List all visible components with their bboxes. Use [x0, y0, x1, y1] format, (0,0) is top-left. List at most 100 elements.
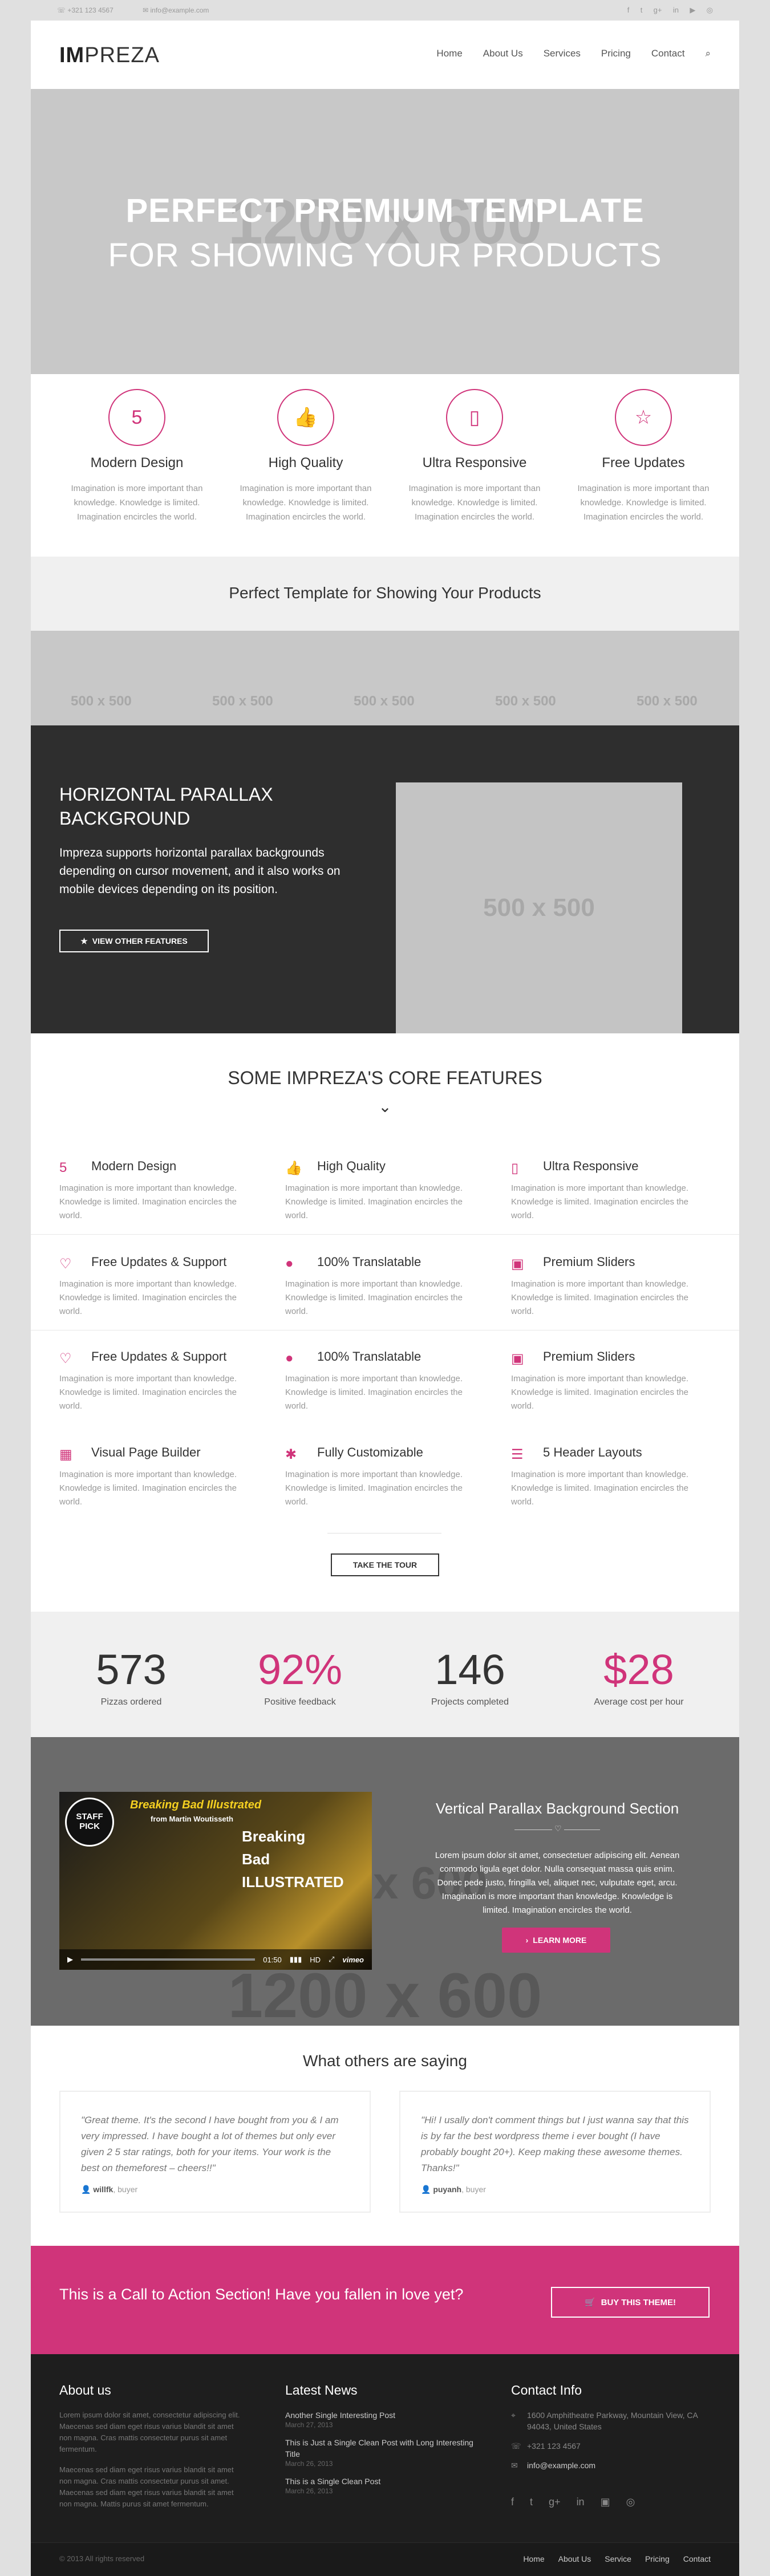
search-icon[interactable]: ⌕: [705, 48, 711, 59]
thumbnail-placeholder[interactable]: 500 x 500: [354, 693, 415, 709]
copyright: © 2013 All rights reserved: [59, 2554, 145, 2563]
counters-section: 573 Pizzas ordered 92% Positive feedback 1…: [31, 1612, 739, 1737]
heart-divider: ♡: [514, 1824, 600, 1833]
star-icon[interactable]: ☆: [615, 389, 672, 446]
icon-box: ☆ Free Updates Imagination is more impor…: [558, 374, 729, 524]
feature-item: ▣ Premium Sliders Imagination is more impo…: [511, 1349, 705, 1413]
google-plus-icon[interactable]: g+: [654, 6, 662, 14]
progress-bar[interactable]: [81, 1958, 256, 1961]
footer-nav-home[interactable]: Home: [523, 2554, 544, 2563]
linkedin-icon[interactable]: in: [577, 2496, 585, 2508]
hero-subtitle: FOR SHOWING YOUR PRODUCTS: [108, 237, 662, 274]
feature-item: ▯ Ultra Responsive Imagination is more imp…: [511, 1159, 705, 1223]
thumbnail-placeholder[interactable]: 500 x 500: [637, 693, 698, 709]
vimeo-icon[interactable]: ▣: [601, 2496, 610, 2508]
heart-icon: ♡: [59, 1256, 72, 1272]
footer-nav: Home About Us Service Pricing Contact: [523, 2554, 711, 2563]
dribbble-icon[interactable]: ◎: [626, 2496, 635, 2508]
site-header: IMPREZA Home About Us Services Pricing C…: [31, 21, 739, 89]
email-text[interactable]: info@example.com: [527, 2461, 595, 2470]
phone-icon: ☏: [511, 2441, 521, 2451]
feature-text: Imagination is more important than knowl…: [511, 1470, 689, 1507]
news-post[interactable]: Another Single Interesting Post March 27,…: [285, 2409, 473, 2429]
picture-icon: ▣: [511, 1256, 524, 1272]
counter-value: 146: [435, 1646, 505, 1693]
email-text[interactable]: info@example.com: [151, 6, 209, 14]
nav-contact[interactable]: Contact: [651, 48, 685, 59]
volume-icon[interactable]: ▮▮▮: [290, 1955, 302, 1964]
thumbnail-placeholder[interactable]: 500 x 500: [212, 693, 273, 709]
view-features-button[interactable]: ★ VIEW OTHER FEATURES: [59, 930, 209, 952]
nav-home[interactable]: Home: [436, 48, 462, 59]
thumbs-up-icon[interactable]: 👍: [277, 389, 334, 446]
twitter-icon[interactable]: t: [641, 6, 643, 14]
dribbble-icon[interactable]: ◎: [707, 6, 713, 14]
news-post-title[interactable]: This is a Single Clean Post: [285, 2476, 473, 2487]
feature-item: 👍 High Quality Imagination is more importa…: [285, 1159, 479, 1223]
icon-box: 👍 High Quality Imagination is more impor…: [220, 374, 391, 524]
footer-nav-about[interactable]: About Us: [558, 2554, 591, 2563]
feature-title: 100% Translatable: [317, 1349, 422, 1364]
icon-box-text: Imagination is more important than knowl…: [71, 484, 203, 522]
fullscreen-icon[interactable]: ⤢: [329, 1955, 334, 1964]
nav-about[interactable]: About Us: [483, 48, 523, 59]
youtube-icon[interactable]: ▶: [690, 6, 695, 14]
footer-nav-contact[interactable]: Contact: [683, 2554, 711, 2563]
hero-slider: 1200 x 600 PERFECT PREMIUM TEMPLATE FOR …: [31, 89, 739, 374]
play-icon[interactable]: ▶: [67, 1955, 73, 1964]
icon-box-title: Modern Design: [90, 455, 184, 470]
news-post[interactable]: This is Just a Single Clean Post with Lo…: [285, 2437, 473, 2468]
mobile-icon[interactable]: ▯: [446, 389, 503, 446]
html5-icon[interactable]: 5: [108, 389, 165, 446]
footer-nav-service[interactable]: Service: [605, 2554, 631, 2563]
counter-value: $28: [603, 1646, 674, 1693]
google-plus-icon[interactable]: g+: [549, 2496, 561, 2508]
testimonial-quote: "Great theme. It's the second I have bou…: [81, 2115, 339, 2173]
feature-item: ● 100% Translatable Imagination is more im…: [285, 1349, 479, 1413]
vimeo-logo[interactable]: vimeo: [342, 1956, 364, 1964]
counter: $28 Average cost per hour: [570, 1646, 707, 1707]
button-label: BUY THIS THEME!: [601, 2297, 676, 2307]
contact-email[interactable]: ✉ info@example.com: [511, 2460, 699, 2471]
thumbnail-placeholder[interactable]: 500 x 500: [495, 693, 556, 709]
feature-text: Imagination is more important than knowl…: [511, 1183, 689, 1220]
feature-title: 100% Translatable: [317, 1255, 422, 1269]
news-post-title[interactable]: This is Just a Single Clean Post with Lo…: [285, 2437, 473, 2460]
logo[interactable]: IMPREZA: [59, 43, 160, 68]
nav-pricing[interactable]: Pricing: [601, 48, 631, 59]
parallax-title: HORIZONTAL PARALLAX BACKGROUND: [59, 784, 273, 829]
background-placeholder: 1200 x 600: [228, 1961, 542, 2031]
page: ☏ +321 123 4567 ✉ info@example.com f t g…: [0, 0, 770, 2576]
linkedin-icon[interactable]: in: [673, 6, 679, 14]
footer-nav-pricing[interactable]: Pricing: [645, 2554, 670, 2563]
twitter-icon[interactable]: t: [530, 2496, 533, 2508]
counter-label: Projects completed: [431, 1697, 509, 1707]
buy-theme-button[interactable]: 🛒 BUY THIS THEME!: [551, 2287, 710, 2318]
feature-title: Free Updates & Support: [91, 1255, 227, 1269]
footer-about-text: Maecenas sed diam eget risus varius blan…: [59, 2465, 234, 2508]
feature-text: Imagination is more important than knowl…: [59, 1279, 237, 1316]
video-title[interactable]: Breaking Bad Illustrated: [130, 1799, 261, 1812]
feature-title: Ultra Responsive: [543, 1159, 639, 1173]
main-nav: Home About Us Services Pricing Contact ⌕: [436, 48, 711, 59]
feature-title: Modern Design: [91, 1159, 177, 1173]
html5-icon: 5: [59, 1160, 67, 1175]
facebook-icon[interactable]: f: [627, 6, 630, 14]
facebook-icon[interactable]: f: [511, 2496, 514, 2508]
nav-services[interactable]: Services: [544, 48, 581, 59]
thumbnail-placeholder[interactable]: 500 x 500: [71, 693, 132, 709]
contact-phone: ☏ +321 123 4567: [511, 2440, 699, 2452]
hd-toggle[interactable]: HD: [310, 1956, 321, 1964]
counter: 92% Positive feedback: [232, 1646, 368, 1707]
footer-news: Latest News Another Single Interesting P…: [285, 2383, 473, 2503]
globe-icon: ●: [285, 1350, 294, 1366]
learn-more-button[interactable]: › LEARN MORE: [502, 1928, 610, 1953]
email-contact[interactable]: ✉ info@example.com: [143, 6, 222, 14]
news-post[interactable]: This is a Single Clean Post March 26, 201…: [285, 2476, 473, 2495]
logo-bold[interactable]: IM: [59, 43, 84, 67]
news-post-title[interactable]: Another Single Interesting Post: [285, 2409, 473, 2421]
video-author[interactable]: from Martin Woutisseth: [151, 1815, 233, 1823]
logo-rest[interactable]: PREZA: [84, 43, 160, 67]
take-the-tour-button[interactable]: TAKE THE TOUR: [331, 1553, 439, 1576]
video-player[interactable]: STAFF PICK Breaking Bad Illustrated from…: [59, 1792, 372, 1970]
